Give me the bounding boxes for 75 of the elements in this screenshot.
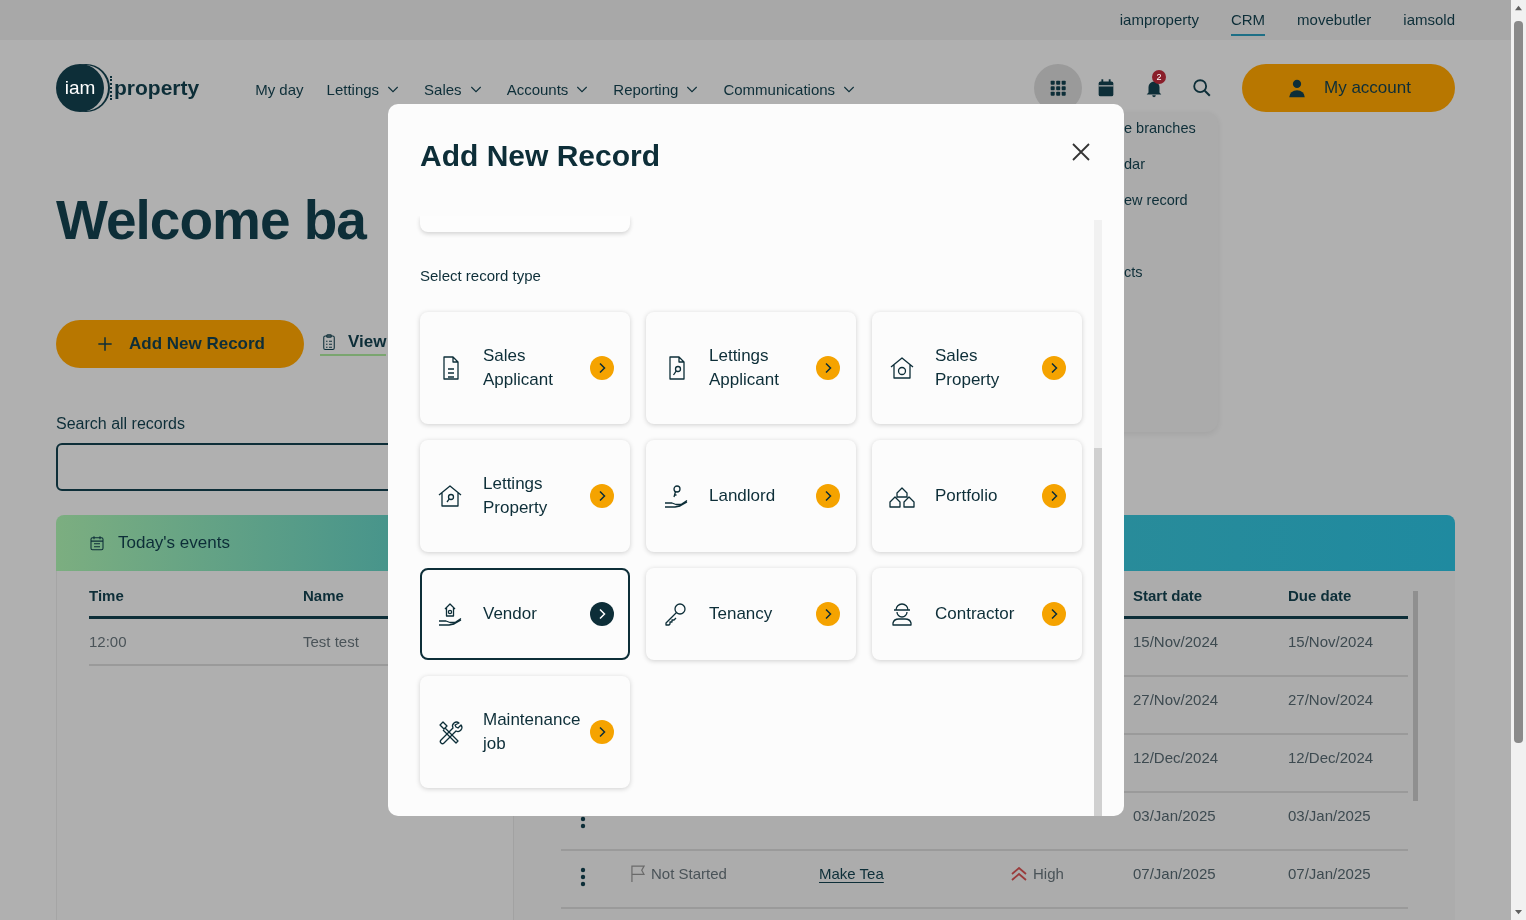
table-cell: 12/Dec/2024 xyxy=(1288,735,1408,793)
column-header: Due date xyxy=(1288,571,1408,619)
section-title: Today's events xyxy=(118,533,230,553)
add-record-button[interactable]: Add New Record xyxy=(56,320,304,368)
table-cell: 27/Nov/2024 xyxy=(1133,677,1288,735)
arrow-circle-icon xyxy=(1042,356,1066,380)
arrow-circle-icon xyxy=(590,602,614,626)
menu-item[interactable]: dar xyxy=(1124,146,1218,182)
nav-item[interactable]: Accounts xyxy=(506,80,591,98)
site-link[interactable]: iamproperty xyxy=(1119,4,1199,36)
notification-badge: 2 xyxy=(1152,70,1166,84)
arrow-circle-icon xyxy=(1042,484,1066,508)
table-cell: 12:00 xyxy=(89,619,303,666)
record-type-card[interactable]: Contractor xyxy=(872,568,1082,660)
nav-item[interactable]: Lettings xyxy=(326,80,402,98)
site-link[interactable]: iamsold xyxy=(1403,4,1455,36)
account-button[interactable]: My account xyxy=(1242,64,1455,112)
menu-item[interactable]: ew record xyxy=(1124,182,1218,218)
record-type-card[interactable]: Landlord xyxy=(646,440,856,552)
plus-icon xyxy=(95,334,115,354)
arrow-circle-icon xyxy=(1042,602,1066,626)
record-type-card[interactable]: Portfolio xyxy=(872,440,1082,552)
table-cell: 12/Dec/2024 xyxy=(1133,735,1288,793)
scrollbar-thumb[interactable] xyxy=(1094,448,1102,816)
chevrons-up-icon xyxy=(1011,867,1027,881)
page-title: Welcome ba xyxy=(56,188,366,252)
nav-item[interactable]: Communications xyxy=(723,80,858,98)
record-type-card[interactable]: Lettings Applicant xyxy=(646,312,856,424)
arrow-circle-icon xyxy=(590,356,614,380)
nav-item[interactable]: Sales xyxy=(424,80,484,98)
scrollbar-thumb[interactable] xyxy=(1514,21,1523,743)
scroll-down-icon[interactable] xyxy=(1514,909,1523,916)
calendar-icon xyxy=(88,534,106,552)
table-cell: 03/Jan/2025 xyxy=(1133,793,1288,851)
logo-text[interactable]: property xyxy=(110,76,200,100)
menu-item[interactable]: cts xyxy=(1124,218,1218,290)
status-text: Not Started xyxy=(651,865,727,882)
scrollbar-thumb[interactable] xyxy=(1413,591,1418,801)
view-link[interactable]: View xyxy=(320,332,387,356)
column-header: Start date xyxy=(1133,571,1288,619)
nav-item[interactable]: My day xyxy=(255,80,304,98)
arrow-circle-icon xyxy=(816,356,840,380)
table-cell: 07/Jan/2025 xyxy=(1133,851,1288,909)
column-header: Time xyxy=(89,571,303,619)
record-type-card[interactable]: Maintenance job xyxy=(420,676,630,788)
field-label: Search all records xyxy=(56,414,186,434)
record-type-card[interactable]: Tenancy xyxy=(646,568,856,660)
record-type-card[interactable]: Vendor xyxy=(420,568,630,660)
arrow-circle-icon xyxy=(590,484,614,508)
scroll-up-icon[interactable] xyxy=(1514,4,1523,11)
dialog-title: Add New Record xyxy=(420,138,661,174)
section-label: Select record type xyxy=(420,266,542,286)
notifications-button[interactable]: 2 xyxy=(1130,64,1178,112)
clipboard-icon xyxy=(320,333,338,351)
site-link[interactable]: CRM xyxy=(1230,4,1266,36)
arrow-circle-icon xyxy=(816,602,840,626)
table-cell: 15/Nov/2024 xyxy=(1133,619,1288,677)
table-cell: 03/Jan/2025 xyxy=(1288,793,1408,851)
arrow-circle-icon xyxy=(816,484,840,508)
menu-item[interactable]: e branches xyxy=(1124,110,1218,146)
table-cell: 27/Nov/2024 xyxy=(1288,677,1408,735)
record-type-card[interactable]: Sales Property xyxy=(872,312,1082,424)
flag-icon xyxy=(631,865,645,883)
table-cell: 07/Jan/2025 xyxy=(1288,851,1408,909)
record-type-card[interactable]: Sales Applicant xyxy=(420,312,630,424)
nav-item[interactable]: Reporting xyxy=(613,80,701,98)
more-icon[interactable] xyxy=(579,867,587,887)
site-link[interactable]: movebutler xyxy=(1297,4,1372,36)
task-link[interactable]: Make Tea xyxy=(819,865,884,882)
arrow-circle-icon xyxy=(590,720,614,744)
record-type-card[interactable]: Lettings Property xyxy=(420,440,630,552)
search-icon xyxy=(1191,77,1213,99)
table-cell: 15/Nov/2024 xyxy=(1288,619,1408,677)
hand-key-icon xyxy=(662,482,690,510)
priority-text: High xyxy=(1033,865,1064,882)
